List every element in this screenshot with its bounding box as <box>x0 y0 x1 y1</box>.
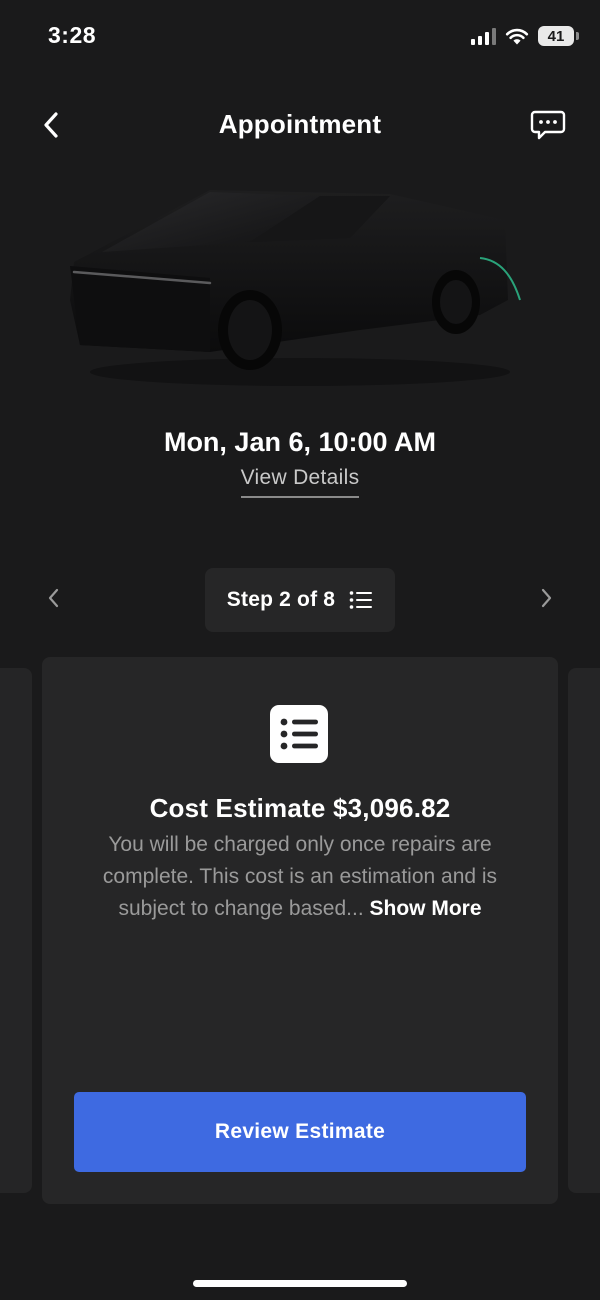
list-icon <box>349 591 373 609</box>
page-title: Appointment <box>218 109 382 139</box>
appointment-datetime: Mon, Jan 6, 10:00 AM <box>163 427 437 457</box>
cellular-signal-icon <box>471 27 496 45</box>
home-indicator <box>193 1280 407 1287</box>
appointment-screen: 3:28 41 Appointment Mon, Jan 6, 10:00 AM… <box>0 0 600 1300</box>
battery-level: 41 <box>547 27 565 45</box>
review-estimate-button[interactable]: Review Estimate <box>74 1092 526 1172</box>
list-icon <box>270 705 328 763</box>
step-label: Step 2 of 8 <box>226 588 336 611</box>
previous-step-button[interactable] <box>36 580 72 616</box>
step-indicator[interactable]: Step 2 of 8 <box>205 568 395 632</box>
next-step-card[interactable] <box>568 668 600 1193</box>
chat-bubble-icon <box>530 110 566 140</box>
cost-estimate-description: You will be charged only once repairs ar… <box>72 829 528 925</box>
view-details-link[interactable]: View Details <box>240 466 360 498</box>
previous-step-card[interactable] <box>0 668 32 1193</box>
cost-estimate-title: Cost Estimate $3,096.82 <box>149 793 451 823</box>
show-more-link[interactable]: Show More <box>370 897 482 920</box>
chat-button[interactable] <box>526 103 570 147</box>
chevron-right-icon <box>541 588 552 608</box>
view-details-link-wrapper: View Details <box>0 466 600 498</box>
status-bar: 3:28 41 <box>0 0 600 70</box>
wifi-icon <box>505 28 529 45</box>
next-step-button[interactable] <box>528 580 564 616</box>
status-icons: 41 <box>471 24 579 48</box>
status-time: 3:28 <box>48 22 97 48</box>
cost-estimate-card: Cost Estimate $3,096.82 You will be char… <box>42 657 558 1204</box>
nav-header: Appointment <box>0 95 600 155</box>
battery-icon: 41 <box>538 26 579 46</box>
chevron-left-icon <box>48 588 59 608</box>
vehicle-image <box>70 190 521 386</box>
